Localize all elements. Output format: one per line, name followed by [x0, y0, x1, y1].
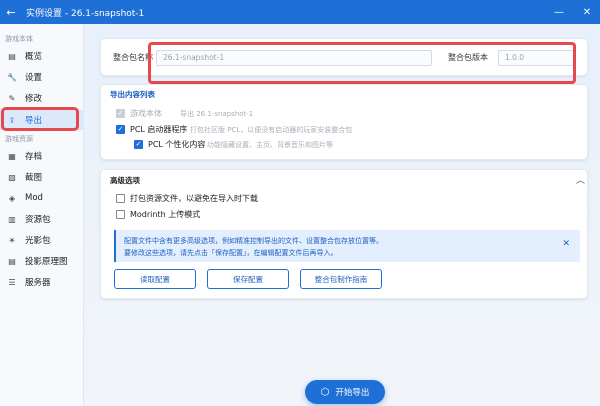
sidebar-item-saves[interactable]: ▦ 存档 — [0, 146, 84, 166]
sidebar-item-label: 服务器 — [25, 278, 51, 288]
sidebar-item-servers[interactable]: ☰ 服务器 — [0, 272, 84, 292]
sidebar-item-label: 资源包 — [25, 215, 51, 225]
saves-icon: ▦ — [8, 151, 16, 161]
sidebar-item-schematics[interactable]: ▤ 投影原理图 — [0, 251, 84, 271]
sidebar-item-label: 修改 — [25, 94, 43, 104]
sidebar-section-resources: 游戏资源 — [5, 135, 33, 143]
info-banner: 配置文件中含有更多高级选项，例如精准控制导出的文件、设置整合包存放位置等。 要修… — [114, 230, 580, 262]
server-icon: ☰ — [8, 277, 16, 287]
sidebar-item-mod[interactable]: ◈ Mod — [0, 188, 84, 208]
option-pcl-custom-label: PCL 个性化内容 — [148, 140, 206, 149]
mod-icon: ◈ — [8, 193, 16, 203]
sidebar-item-settings[interactable]: 🔧 设置 — [0, 67, 84, 87]
sidebar-item-label: 光影包 — [25, 236, 51, 246]
load-config-button[interactable]: 读取配置 — [114, 269, 196, 289]
sidebar-item-label: 概览 — [25, 52, 43, 62]
info-line-1: 配置文件中含有更多高级选项，例如精准控制导出的文件、设置整合包存放位置等。 — [124, 237, 383, 245]
highlight-box-export — [1, 107, 79, 131]
start-export-button[interactable]: ⬡ 开始导出 — [305, 380, 385, 404]
schematic-icon: ▤ — [8, 256, 16, 266]
sidebar-item-screenshots[interactable]: ▨ 截图 — [0, 167, 84, 187]
sidebar-item-label: 投影原理图 — [25, 257, 68, 267]
option-modrinth-label: Modrinth 上传模式 — [130, 210, 201, 219]
sidebar-item-modify[interactable]: ✎ 修改 — [0, 88, 84, 108]
overview-icon: ▤ — [8, 51, 16, 61]
chevron-up-icon[interactable]: ︿ — [576, 173, 585, 186]
option-game-label: 游戏本体 — [130, 109, 162, 118]
pack-guide-button[interactable]: 整合包制作指南 — [300, 269, 382, 289]
sidebar-item-label: 截图 — [25, 173, 43, 183]
title-bar: ← 实例设置 - 26.1-snapshot-1 — [0, 0, 600, 24]
option-pcl-label: PCL 启动器程序 — [130, 125, 188, 134]
box-icon: ⬡ — [320, 386, 330, 398]
export-list-title: 导出内容列表 — [110, 90, 155, 99]
option-pcl-custom-desc: 功能隐藏设置、主页、背景音乐和图片等 — [207, 141, 333, 149]
start-export-label: 开始导出 — [335, 388, 370, 398]
save-config-button[interactable]: 保存配置 — [207, 269, 289, 289]
image-icon: ▨ — [8, 172, 16, 182]
close-icon[interactable]: ✕ — [576, 0, 598, 24]
sidebar-item-label: 设置 — [25, 73, 43, 83]
pack-name-label: 整合包名称 — [113, 53, 153, 62]
highlight-box-pack-info — [148, 42, 576, 84]
sidebar-section-game: 游戏本体 — [5, 35, 33, 43]
resourcepack-icon: ▥ — [8, 214, 16, 224]
edit-icon: ✎ — [8, 93, 16, 103]
option-pcl-desc: 打包社区版 PCL，以便没有启动器的玩家安装整合包 — [190, 126, 353, 134]
sidebar-item-label: Mod — [25, 193, 43, 203]
option-game-desc: 导出 26.1-snapshot-1 — [180, 110, 254, 118]
back-icon[interactable]: ← — [0, 0, 22, 24]
sidebar-item-resourcepacks[interactable]: ▥ 资源包 — [0, 209, 84, 229]
sidebar: 游戏本体 ▤ 概览 🔧 设置 ✎ 修改 ⇪ 导出 游戏资源 ▦ 存档 ▨ 截图 … — [0, 24, 84, 406]
checkbox-modrinth[interactable] — [116, 210, 125, 219]
close-icon[interactable]: ✕ — [562, 239, 570, 249]
checkbox-pack-resources[interactable] — [116, 194, 125, 203]
checkbox-pcl-custom[interactable]: ✓ — [134, 140, 143, 149]
wrench-icon: 🔧 — [7, 72, 17, 82]
option-pack-resources-label: 打包资源文件，以避免在导入时下载 — [130, 194, 258, 203]
sidebar-item-label: 存档 — [25, 152, 43, 162]
sun-icon: ☀ — [8, 235, 16, 245]
info-line-2: 要修改这些选项，请先点击「保存配置」，在编辑配置文件后再导入。 — [124, 249, 338, 257]
window-title: 实例设置 - 26.1-snapshot-1 — [26, 8, 145, 19]
sidebar-item-overview[interactable]: ▤ 概览 — [0, 46, 84, 66]
sidebar-item-shaders[interactable]: ☀ 光影包 — [0, 230, 84, 250]
checkbox-game[interactable]: ✓ — [116, 109, 125, 118]
checkbox-pcl[interactable]: ✓ — [116, 125, 125, 134]
advanced-title: 高级选项 — [110, 176, 140, 185]
minimize-icon[interactable]: — — [548, 0, 570, 24]
